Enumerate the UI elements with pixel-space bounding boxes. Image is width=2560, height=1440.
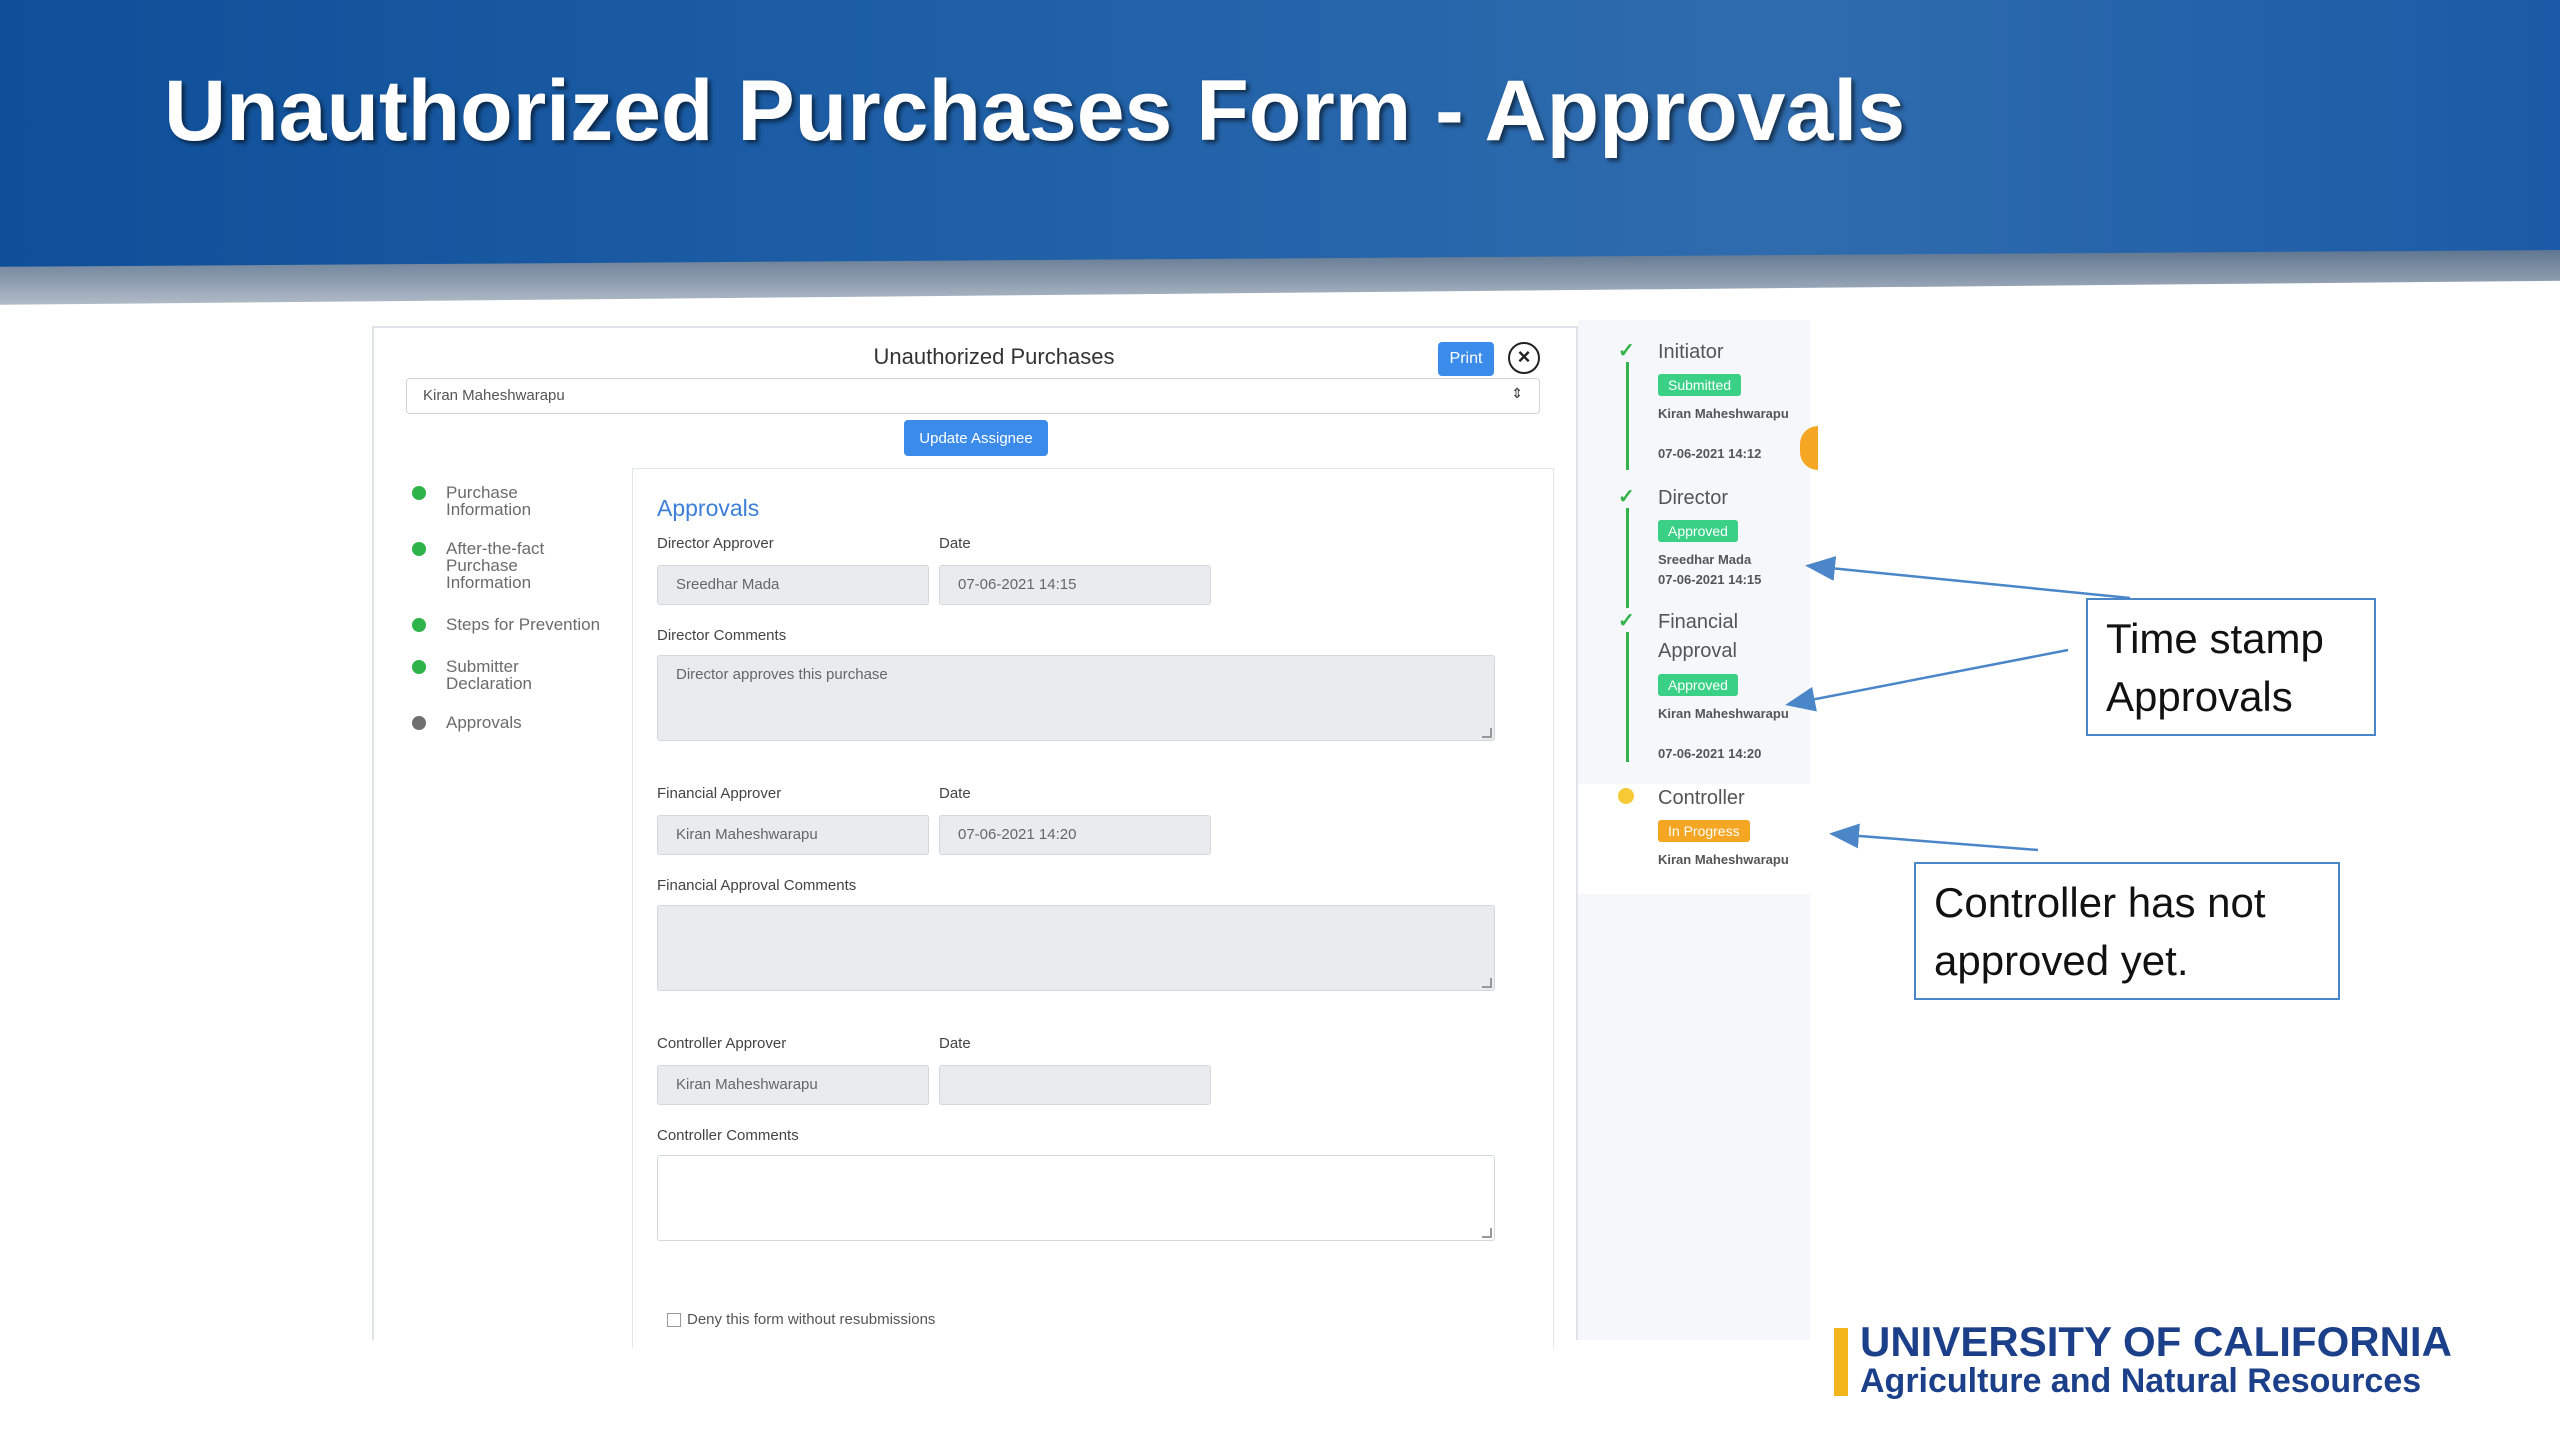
uc-logo-bar bbox=[1834, 1328, 1848, 1396]
uc-logo-line2: Agriculture and Natural Resources bbox=[1860, 1362, 2422, 1400]
callout-controller: Controller has not approved yet. bbox=[1914, 862, 2340, 1000]
arrow-to-financial bbox=[1785, 648, 2069, 712]
callout-timestamp: Time stamp Approvals bbox=[2086, 598, 2376, 736]
arrow-to-controller bbox=[1829, 823, 2039, 852]
arrow-to-director bbox=[1805, 556, 2131, 600]
uc-logo-line1: UNIVERSITY OF CALIFORNIA bbox=[1860, 1318, 2452, 1365]
